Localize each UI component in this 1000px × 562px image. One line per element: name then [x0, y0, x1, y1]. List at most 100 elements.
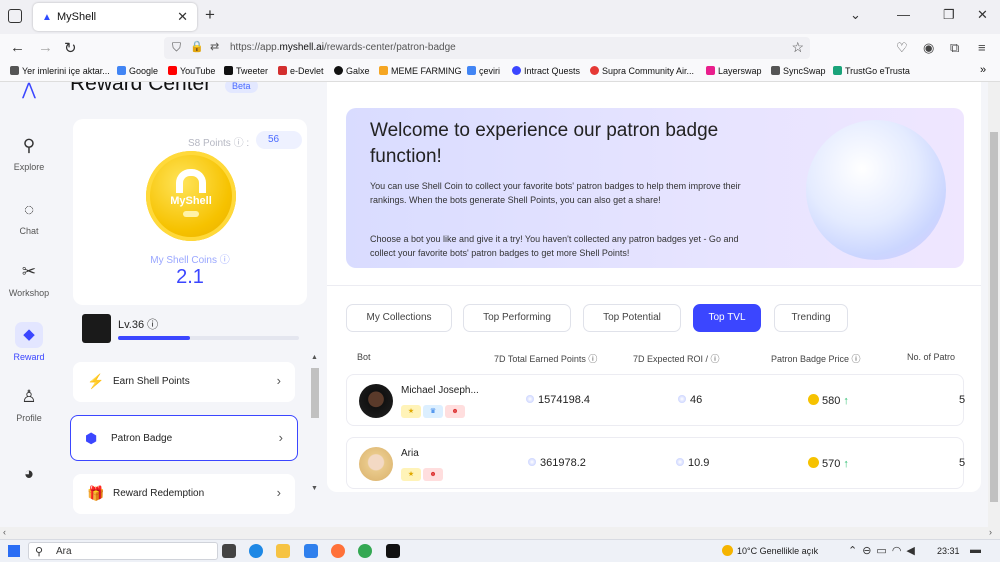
windows-start-icon[interactable] [8, 545, 20, 557]
earn-shell-points-button[interactable]: ⚡ Earn Shell Points › [73, 362, 295, 402]
file-explorer-icon[interactable] [276, 544, 290, 558]
bot-tags: ★ ☻ [401, 463, 445, 481]
bookmark-ceviri[interactable]: çeviri [467, 66, 500, 76]
taskbar-search-label: Ara [56, 546, 72, 557]
s8-points-value: 56 [256, 131, 302, 149]
intract-icon [512, 66, 521, 75]
scrollbar-thumb[interactable] [311, 368, 319, 418]
tab-my-collections[interactable]: My Collections [346, 304, 452, 332]
bookmark-galxe[interactable]: Galxe [334, 66, 370, 76]
restore-icon[interactable]: ❐ [943, 7, 955, 23]
coin-card: S8 Points ⓘ : 56 MyShell My Shell Coins … [73, 119, 307, 305]
left-panel-scrollbar[interactable]: ▲ ▼ [310, 352, 320, 497]
sidebar-logo[interactable]: ⋀ [0, 82, 58, 102]
address-bar[interactable]: ⛉ 🔒 ⇄ https://app.myshell.ai/rewards-cen… [164, 37, 810, 59]
scroll-down-icon[interactable]: ▼ [311, 485, 318, 492]
close-window-icon[interactable]: ✕ [977, 7, 988, 23]
browser-tab[interactable]: ▲ MyShell ✕ [33, 3, 197, 31]
bookmark-import[interactable]: Yer imlerini içe aktar... [10, 66, 110, 76]
bookmark-trustgo[interactable]: TrustGo eTrusta [833, 66, 910, 76]
notifications-icon[interactable]: ▬ [970, 544, 981, 556]
column-header-price[interactable]: Patron Badge Price ⓘ [771, 352, 861, 365]
layerswap-icon [706, 66, 715, 75]
bookmark-google[interactable]: Google [117, 66, 158, 76]
bookmark-youtube[interactable]: YouTube [168, 66, 215, 76]
task-view-icon[interactable] [222, 544, 236, 558]
weather-widget[interactable]: 10°C Genellikle açık [722, 545, 818, 556]
reward-redemption-button[interactable]: 🎁 Reward Redemption › [73, 474, 295, 514]
reload-icon[interactable]: ↻ [64, 39, 77, 57]
chevron-right-icon: › [276, 373, 281, 388]
account-icon[interactable]: ◉ [923, 40, 934, 56]
tab-top-performing[interactable]: Top Performing [463, 304, 571, 332]
bot-tags: ★ ♛ ☻ [401, 400, 467, 418]
bookmark-syncswap[interactable]: SyncSwap [771, 66, 826, 76]
bookmark-supra[interactable]: Supra Community Air... [590, 66, 694, 76]
edevlet-icon [278, 66, 287, 75]
tab-top-tvl[interactable]: Top TVL [693, 304, 761, 332]
sidebar-item-explore[interactable]: ⚲ Explore [0, 136, 58, 172]
mail-icon[interactable] [304, 544, 318, 558]
tab-overview-icon[interactable] [8, 9, 22, 23]
discord-icon: ◕ [23, 464, 35, 483]
bookmark-layerswap[interactable]: Layerswap [706, 66, 762, 76]
more-bookmarks-icon[interactable]: » [980, 64, 986, 76]
bookmark-meme-farming[interactable]: MEME FARMING [379, 66, 462, 76]
forward-icon[interactable]: → [38, 39, 53, 56]
sidebar-item-reward[interactable]: ◆ Reward [0, 322, 58, 362]
shield-icon[interactable]: ⛉ [172, 40, 181, 55]
new-tab-icon[interactable]: + [205, 5, 215, 25]
horizontal-scrollbar[interactable]: ‹ › [0, 527, 1000, 539]
close-tab-icon[interactable]: ✕ [177, 9, 188, 25]
sidebar-item-profile[interactable]: ♙ Profile [0, 387, 58, 423]
tab-trending[interactable]: Trending [774, 304, 848, 332]
scrollbar-thumb[interactable] [990, 132, 998, 502]
page-scrollbar[interactable] [988, 82, 1000, 527]
bookmark-edevlet[interactable]: e-Devlet [278, 66, 324, 76]
chrome-icon[interactable] [358, 544, 372, 558]
tools-icon: ✂ [21, 262, 37, 281]
shell-points-icon [678, 395, 686, 403]
sidebar-discord[interactable]: ◕ [0, 464, 58, 486]
earned-points: 361978.2 [528, 457, 586, 469]
tab-top-potential[interactable]: Top Potential [583, 304, 681, 332]
person-icon: ♙ [21, 387, 37, 406]
clock[interactable]: 23:31 [937, 546, 960, 556]
chevron-down-icon[interactable]: ⌄ [850, 7, 861, 23]
column-header-bot: Bot [357, 352, 371, 362]
google-icon [117, 66, 126, 75]
minimize-icon[interactable]: — [897, 7, 910, 22]
expected-roi: 10.9 [676, 457, 709, 469]
back-icon[interactable]: ← [10, 39, 25, 56]
column-header-roi[interactable]: 7D Expected ROI / ⓘ [633, 352, 720, 365]
extensions-icon[interactable]: ⧉ [950, 40, 959, 56]
url-text[interactable]: https://app.myshell.ai/rewards-center/pa… [230, 42, 456, 53]
divider [327, 285, 981, 286]
permissions-icon[interactable]: ⇄ [210, 40, 219, 53]
menu-icon[interactable]: ≡ [978, 40, 986, 55]
firefox-icon[interactable] [331, 544, 345, 558]
pocket-icon[interactable]: ♡ [896, 40, 908, 56]
s8-points-label: S8 Points ⓘ : [188, 138, 250, 149]
sidebar-item-chat[interactable]: ◌ Chat [0, 200, 58, 236]
bookmark-tweeter[interactable]: Tweeter [224, 66, 268, 76]
column-header-earned[interactable]: 7D Total Earned Points ⓘ [494, 352, 597, 365]
scroll-up-icon[interactable]: ▲ [311, 354, 318, 361]
edge-icon[interactable] [249, 544, 263, 558]
system-tray[interactable]: ⌃⊖▭◠◀ [848, 544, 920, 557]
patron-badge-button[interactable]: ⬢ Patron Badge › [70, 415, 298, 461]
trustgo-icon [833, 66, 842, 75]
scroll-left-icon[interactable]: ‹ [3, 527, 6, 537]
app-icon[interactable] [386, 544, 400, 558]
scroll-right-icon[interactable]: › [989, 527, 992, 537]
lock-icon[interactable]: 🔒 [190, 40, 204, 53]
bookmark-intract[interactable]: Intract Quests [512, 66, 580, 76]
bookmark-star-icon[interactable]: ☆ [791, 39, 804, 56]
table-row[interactable]: Michael Joseph... ★ ♛ ☻ 1574198.4 46 580 ↑… [346, 374, 965, 426]
bot-avatar [359, 384, 393, 418]
taskbar-search[interactable]: ⚲ Ara [28, 542, 218, 560]
column-header-patrons[interactable]: No. of Patro [907, 352, 955, 362]
sidebar-item-workshop[interactable]: ✂ Workshop [0, 262, 58, 298]
page-content: ⋀ ⚲ Explore ◌ Chat ✂ Workshop ◆ Reward ♙… [0, 82, 988, 527]
table-row[interactable]: Aria ★ ☻ 361978.2 10.9 570 ↑ 5 [346, 437, 965, 489]
